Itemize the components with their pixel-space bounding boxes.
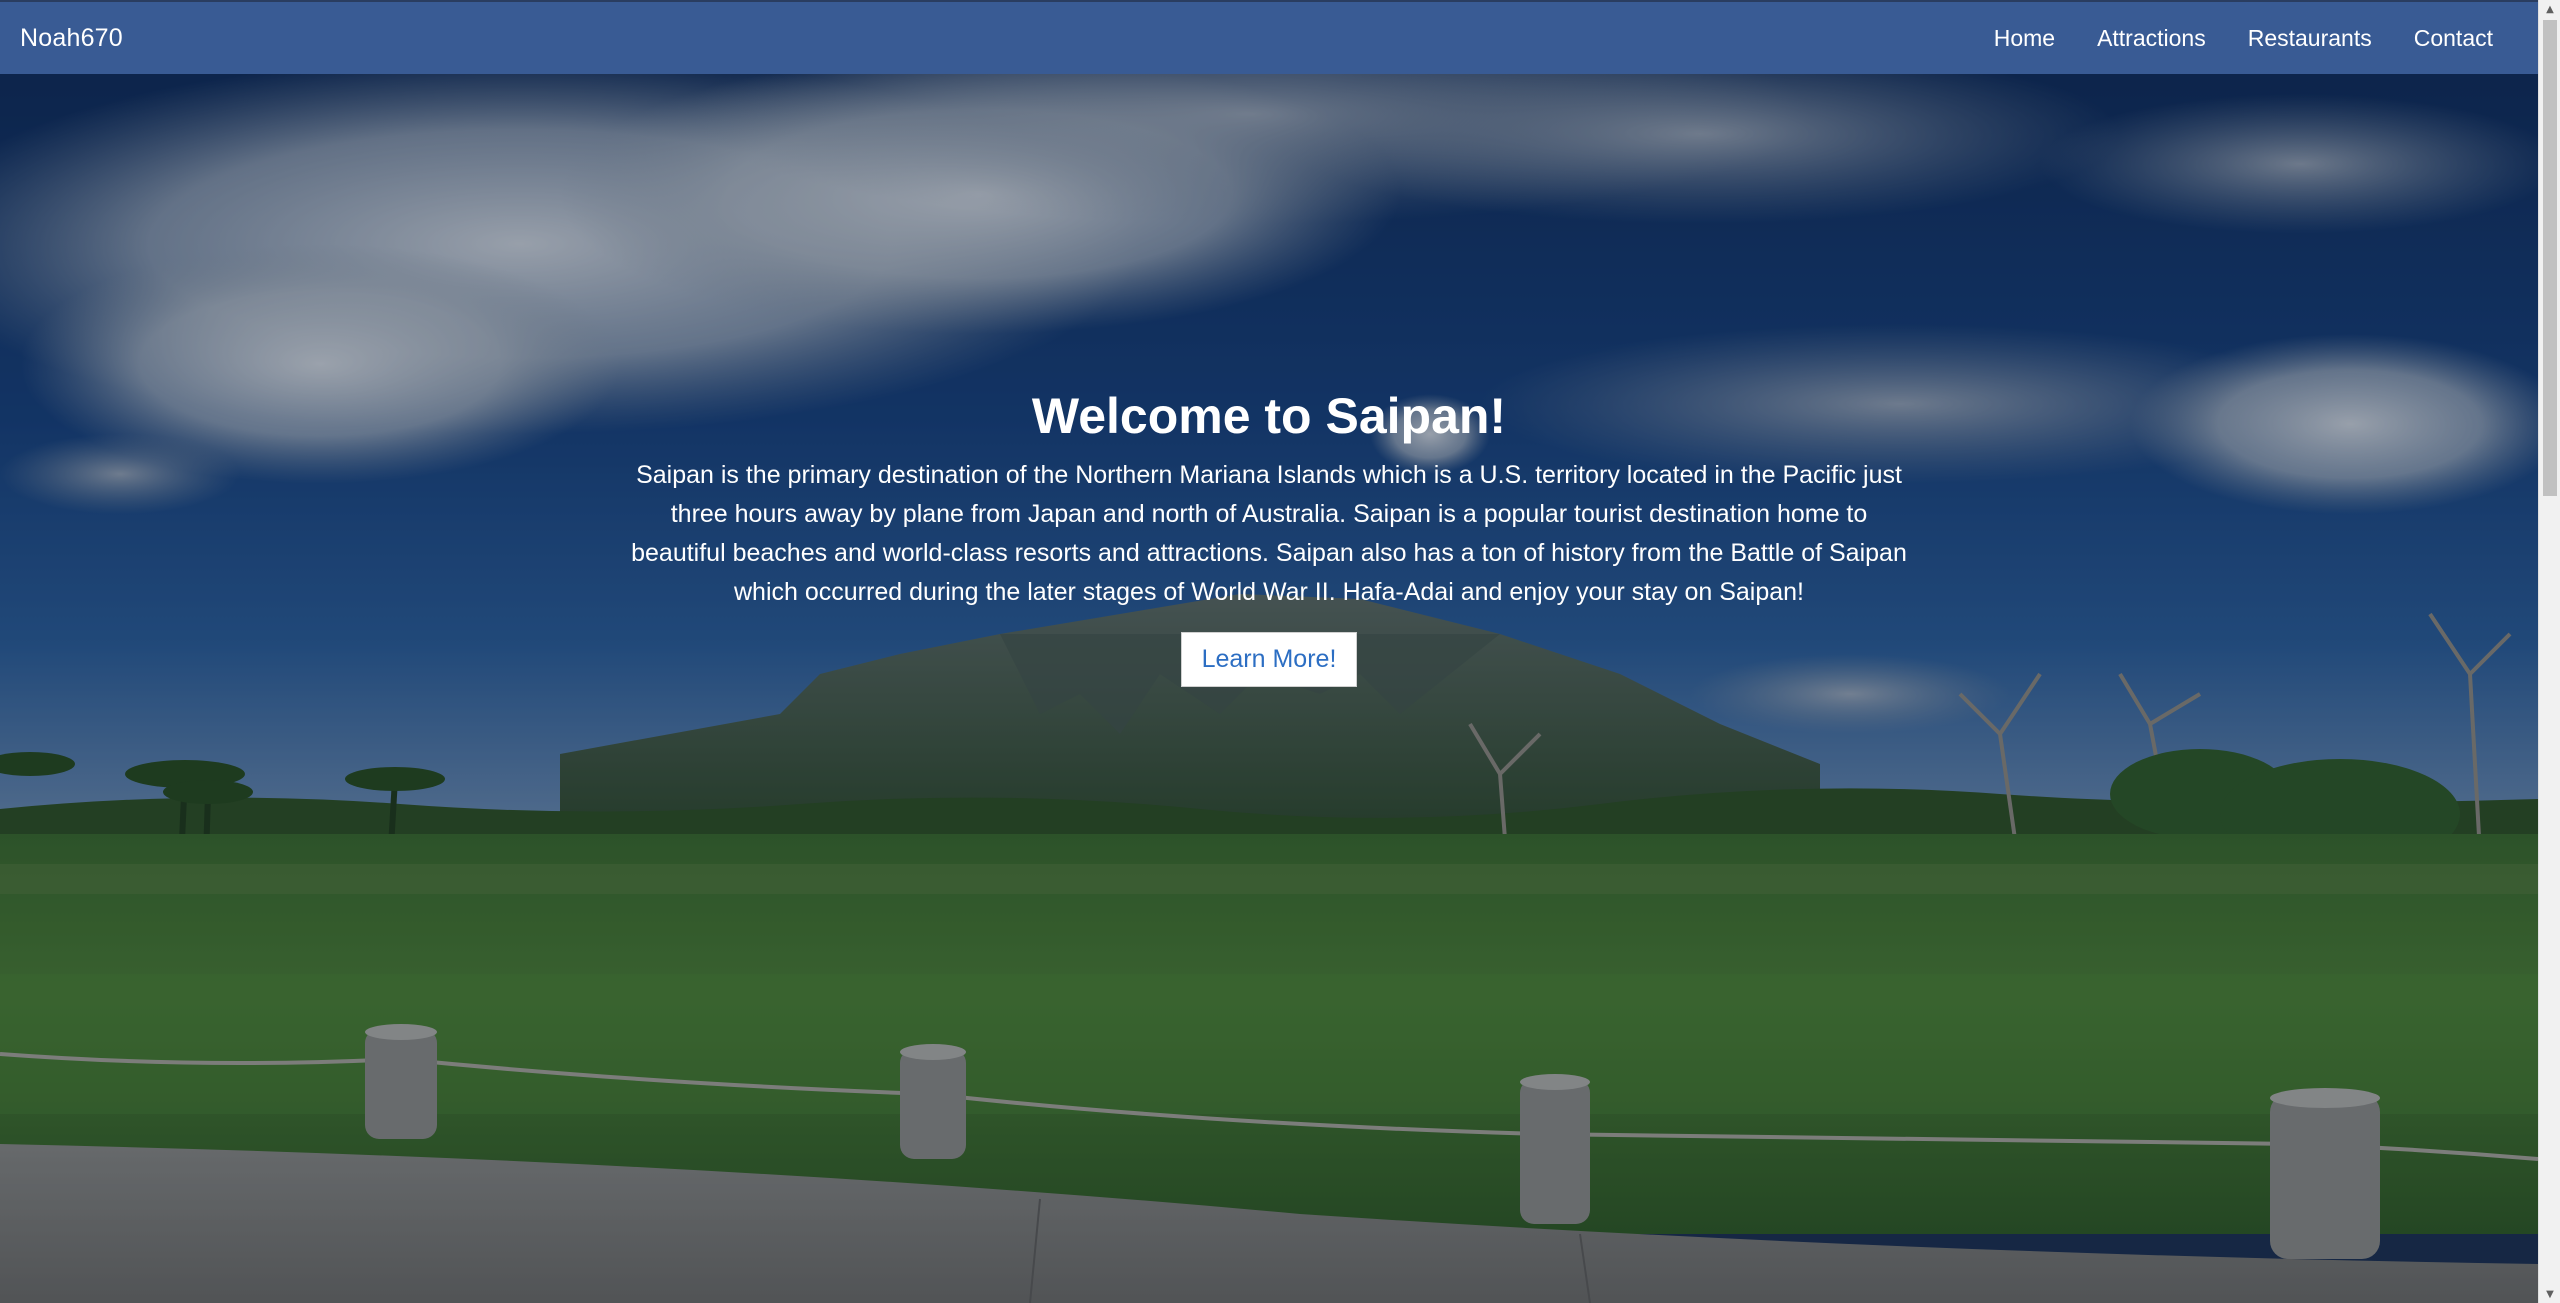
page-scrollbar[interactable]: ▲ ▼	[2538, 0, 2560, 1303]
brand-link[interactable]: Noah670	[20, 24, 123, 53]
learn-more-button[interactable]: Learn More!	[1180, 632, 1358, 687]
hero-section	[0, 74, 2538, 1303]
nav-link-restaurants[interactable]: Restaurants	[2227, 25, 2393, 52]
nav-links: Home Attractions Restaurants Contact	[1973, 25, 2514, 52]
top-navbar: Noah670 Home Attractions Restaurants Con…	[0, 0, 2538, 74]
nav-link-home[interactable]: Home	[1973, 25, 2076, 52]
scroll-down-arrow-icon[interactable]: ▼	[2539, 1285, 2560, 1303]
scroll-thumb[interactable]	[2543, 20, 2557, 496]
page: Noah670 Home Attractions Restaurants Con…	[0, 0, 2538, 1303]
nav-link-contact[interactable]: Contact	[2393, 25, 2514, 52]
nav-link-attractions[interactable]: Attractions	[2076, 25, 2227, 52]
hero-title: Welcome to Saipan!	[1031, 388, 1507, 444]
hero-content: Welcome to Saipan! Saipan is the primary…	[0, 386, 2538, 687]
hero-description: Saipan is the primary destination of the…	[631, 461, 1907, 606]
scroll-up-arrow-icon[interactable]: ▲	[2539, 0, 2560, 18]
hero-dark-overlay	[0, 74, 2538, 1303]
